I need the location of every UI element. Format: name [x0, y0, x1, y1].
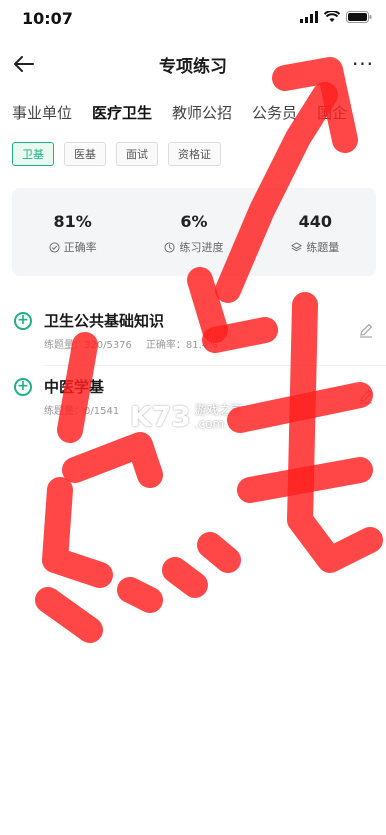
watermark-logo: K73: [130, 400, 191, 433]
pencil-icon[interactable]: [358, 322, 374, 342]
scribble-stroke: [42, 477, 113, 588]
wifi-icon: [324, 11, 340, 22]
item-meta: 练题量：0/1541: [44, 402, 133, 417]
subcategory-chips: 卫基 医基 面试 资格证: [12, 142, 221, 166]
battery-icon: [346, 11, 372, 23]
tab-yiliao[interactable]: 医疗卫生: [92, 96, 152, 132]
category-tabs: 事业单位 医疗卫生 教师公招 公务员 国企: [12, 96, 386, 132]
stat-progress: 6% 练习进度: [133, 188, 254, 276]
tab-gongwuyuan[interactable]: 公务员: [252, 96, 297, 132]
scribble-stroke: [62, 432, 163, 488]
watermark-text: 游戏之家 .com: [195, 403, 243, 431]
more-button[interactable]: ···: [348, 52, 378, 76]
stat-value: 6%: [180, 212, 208, 231]
item-count: 练题量：320/5376: [44, 340, 132, 351]
expand-plus-icon[interactable]: +: [14, 378, 32, 396]
stat-label-row: 正确率: [49, 239, 97, 255]
stat-volume: 440 练题量: [255, 188, 376, 276]
item-accuracy: 正确率：81.4%: [145, 340, 218, 351]
stat-label: 练题量: [306, 241, 340, 254]
progress-icon: [164, 241, 176, 253]
scribble-stroke: [162, 557, 208, 598]
page-title: 专项练习: [159, 57, 227, 77]
item-meta: 练题量：320/5376 正确率：81.4%: [44, 336, 218, 351]
scribble-stroke: [237, 457, 373, 503]
signal-icon: [300, 11, 318, 23]
chip-mianshi[interactable]: 面试: [116, 142, 158, 166]
stat-value: 81%: [53, 212, 92, 231]
item-title: 卫生公共基础知识: [44, 312, 165, 330]
stat-label: 正确率: [63, 241, 97, 254]
tab-shiye[interactable]: 事业单位: [12, 96, 72, 132]
item-count: 练题量：0/1541: [44, 406, 120, 417]
stat-label-row: 练题量: [291, 239, 339, 255]
check-circle-icon: [49, 241, 60, 253]
watermark: K73 游戏之家 .com: [130, 400, 243, 433]
chip-weiji[interactable]: 卫基: [12, 142, 54, 166]
list-item[interactable]: + 卫生公共基础知识 练题量：320/5376 正确率：81.4%: [0, 300, 386, 366]
item-title: 中医学基: [44, 378, 105, 396]
watermark-line2: .com: [194, 416, 225, 431]
scribble-stroke: [117, 577, 163, 613]
status-bar: 10:07: [0, 0, 386, 40]
nav-bar: 专项练习 ···: [0, 44, 386, 84]
pencil-icon[interactable]: [358, 388, 374, 408]
tab-jiaoshi[interactable]: 教师公招: [172, 96, 232, 132]
stats-card: 81% 正确率 6% 练习进度 440 练题量: [12, 188, 376, 276]
expand-plus-icon[interactable]: +: [14, 312, 32, 330]
chip-zigezheng[interactable]: 资格证: [168, 142, 221, 166]
stat-label-row: 练习进度: [164, 239, 223, 255]
stat-label: 练习进度: [179, 241, 224, 254]
watermark-line1: 游戏之家: [194, 402, 243, 417]
chip-yiji[interactable]: 医基: [64, 142, 106, 166]
stat-value: 440: [298, 212, 333, 231]
tab-guoqi[interactable]: 国企: [317, 96, 347, 132]
status-icons: [300, 11, 372, 23]
stat-accuracy: 81% 正确率: [12, 188, 133, 276]
status-time: 10:07: [22, 9, 73, 28]
layers-icon: [291, 241, 303, 251]
scribble-stroke: [35, 587, 103, 643]
scribble-stroke: [197, 532, 241, 573]
